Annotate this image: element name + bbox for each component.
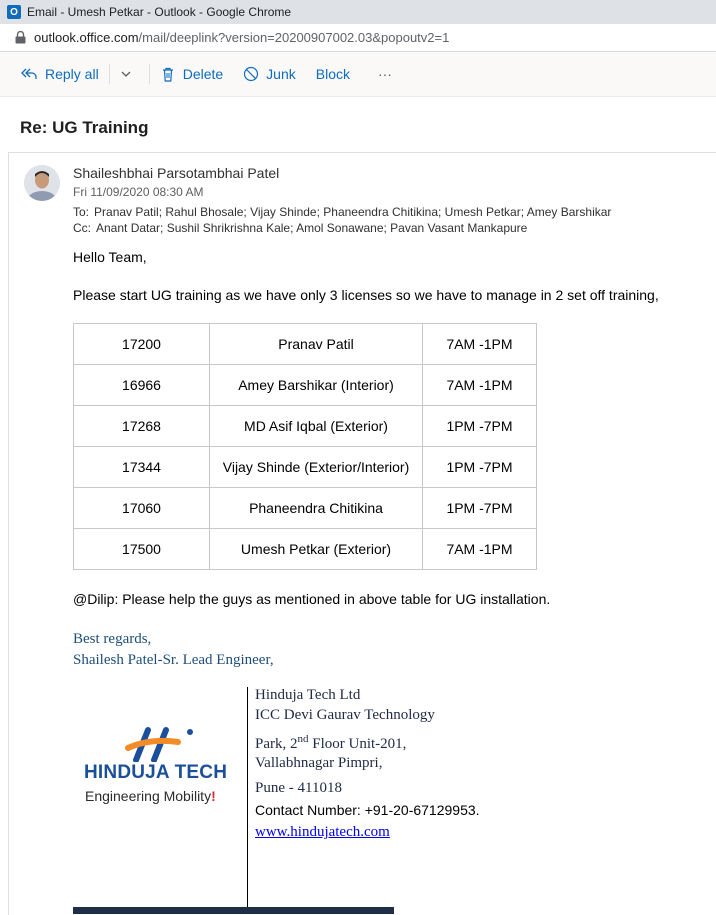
url-text[interactable]: outlook.office.com/mail/deeplink?version… [34, 30, 449, 45]
table-row: 17200 Pranav Patil 7AM -1PM [73, 323, 537, 365]
block-label: Block [315, 66, 350, 82]
intro-paragraph: Please start UG training as we have only… [73, 287, 659, 303]
company-name: Hinduja Tech Ltd [255, 687, 361, 703]
hinduja-tech-logo: HINDUJA TECH Engineering Mobility! [84, 722, 240, 808]
lock-icon[interactable] [12, 30, 28, 46]
signature-regards: Best regards, [73, 631, 152, 647]
table-row: 16966 Amey Barshikar (Interior) 7AM -1PM [73, 364, 537, 406]
outlook-app-icon: O [7, 5, 21, 19]
schedule-cell-name: Umesh Petkar (Exterior) [209, 528, 423, 570]
address-line-3: Vallabhnagar Pimpri, [255, 755, 383, 771]
window-title: Email - Umesh Petkar - Outlook - Google … [27, 5, 292, 19]
schedule-cell-name: Phaneendra Chitikina [209, 487, 423, 529]
table-row: 17060 Phaneendra Chitikina 1PM -7PM [73, 487, 537, 529]
reply-all-label: Reply all [45, 66, 99, 82]
toolbar-divider [108, 64, 110, 84]
sent-date: Fri 11/09/2020 08:30 AM [73, 185, 204, 199]
delete-label: Delete [182, 66, 224, 82]
to-recipients[interactable]: Pranav Patil; Rahul Bhosale; Vijay Shind… [94, 205, 611, 219]
reply-all-button[interactable]: Reply all [20, 66, 99, 82]
address-line-2: Park, 2nd Floor Unit-201, [255, 733, 406, 753]
table-row: 17500 Umesh Petkar (Exterior) 7AM -1PM [73, 528, 537, 570]
logo-wordmark: HINDUJA TECH [84, 762, 228, 783]
signature-divider [247, 687, 248, 909]
more-actions-button[interactable]: ··· [378, 66, 392, 82]
url-path: /mail/deeplink?version=20200907002.03&po… [138, 30, 450, 45]
reply-options-dropdown[interactable] [120, 68, 139, 80]
schedule-cell-time: 7AM -1PM [422, 528, 537, 570]
schedule-cell-id: 17200 [73, 323, 210, 365]
schedule-cell-id: 17500 [73, 528, 210, 570]
logo-mark-icon [125, 727, 193, 763]
junk-button[interactable]: Junk [243, 66, 296, 82]
message-subject: Re: UG Training [20, 118, 149, 137]
schedule-cell-time: 1PM -7PM [422, 446, 537, 488]
table-row: 17344 Vijay Shinde (Exterior/Interior) 1PM… [73, 446, 537, 488]
avatar-photo [24, 165, 60, 201]
address-line-2-post: Floor Unit-201, [308, 736, 407, 752]
signature-banner-bar [73, 907, 394, 914]
schedule-cell-id: 17060 [73, 487, 210, 529]
sender-avatar[interactable] [24, 165, 60, 201]
to-line: To: Pranav Patil; Rahul Bhosale; Vijay Sh… [73, 205, 611, 219]
address-bar[interactable]: outlook.office.com/mail/deeplink?version… [0, 24, 716, 52]
chevron-down-icon [121, 71, 131, 77]
schedule-cell-name: MD Asif Iqbal (Exterior) [209, 405, 423, 447]
table-row: 17268 MD Asif Iqbal (Exterior) 1PM -7PM [73, 405, 537, 447]
delete-button[interactable]: Delete [160, 66, 223, 83]
cc-recipients[interactable]: Anant Datar; Sushil Shrikrishna Kale; Am… [96, 221, 527, 235]
schedule-cell-name: Amey Barshikar (Interior) [209, 364, 423, 406]
url-host: outlook.office.com [34, 30, 139, 45]
sender-name[interactable]: Shaileshbhai Parsotambhai Patel [73, 165, 279, 181]
dilip-note: @Dilip: Please help the guys as mentione… [73, 591, 551, 607]
address-line-1: ICC Devi Gaurav Technology [255, 707, 435, 723]
contact-number: Contact Number: +91-20-67129953. [255, 802, 480, 818]
block-circle-icon [244, 66, 259, 82]
training-schedule-table: 17200 Pranav Patil 7AM -1PM 16966 Amey Barsh… [73, 323, 537, 570]
schedule-cell-time: 7AM -1PM [422, 323, 537, 365]
trash-icon [162, 67, 173, 82]
junk-label: Junk [266, 66, 296, 82]
schedule-cell-id: 17344 [73, 446, 210, 488]
address-line-2-sup: nd [297, 733, 309, 745]
cc-label: Cc: [73, 221, 91, 235]
schedule-cell-id: 16966 [73, 364, 210, 406]
logo-tagline: Engineering Mobility! [85, 788, 216, 804]
schedule-cell-time: 7AM -1PM [422, 364, 537, 406]
browser-title-bar: O Email - Umesh Petkar - Outlook - Googl… [0, 0, 716, 24]
toolbar-divider [148, 64, 150, 84]
address-line-2-pre: Park, 2 [255, 736, 298, 752]
to-label: To: [73, 205, 90, 219]
address-line-4: Pune - 411018 [255, 780, 342, 796]
schedule-cell-time: 1PM -7PM [422, 487, 537, 529]
schedule-cell-id: 17268 [73, 405, 210, 447]
logo-tagline-text: Engineering Mobility [85, 788, 212, 804]
message-toolbar: Reply all Delete Junk Block ··· [0, 52, 716, 97]
website-link[interactable]: www.hindujatech.com [255, 824, 390, 841]
schedule-cell-name: Vijay Shinde (Exterior/Interior) [209, 446, 423, 488]
reply-all-icon [21, 68, 37, 79]
block-button[interactable]: Block [316, 66, 350, 82]
greeting: Hello Team, [73, 249, 147, 265]
logo-tagline-bang: ! [211, 788, 216, 804]
schedule-cell-name: Pranav Patil [209, 323, 423, 365]
signature-name-title: Shailesh Patel-Sr. Lead Engineer, [73, 652, 274, 668]
cc-line: Cc: Anant Datar; Sushil Shrikrishna Kale;… [73, 221, 527, 235]
more-icon: ··· [377, 66, 392, 82]
schedule-cell-time: 1PM -7PM [422, 405, 537, 447]
